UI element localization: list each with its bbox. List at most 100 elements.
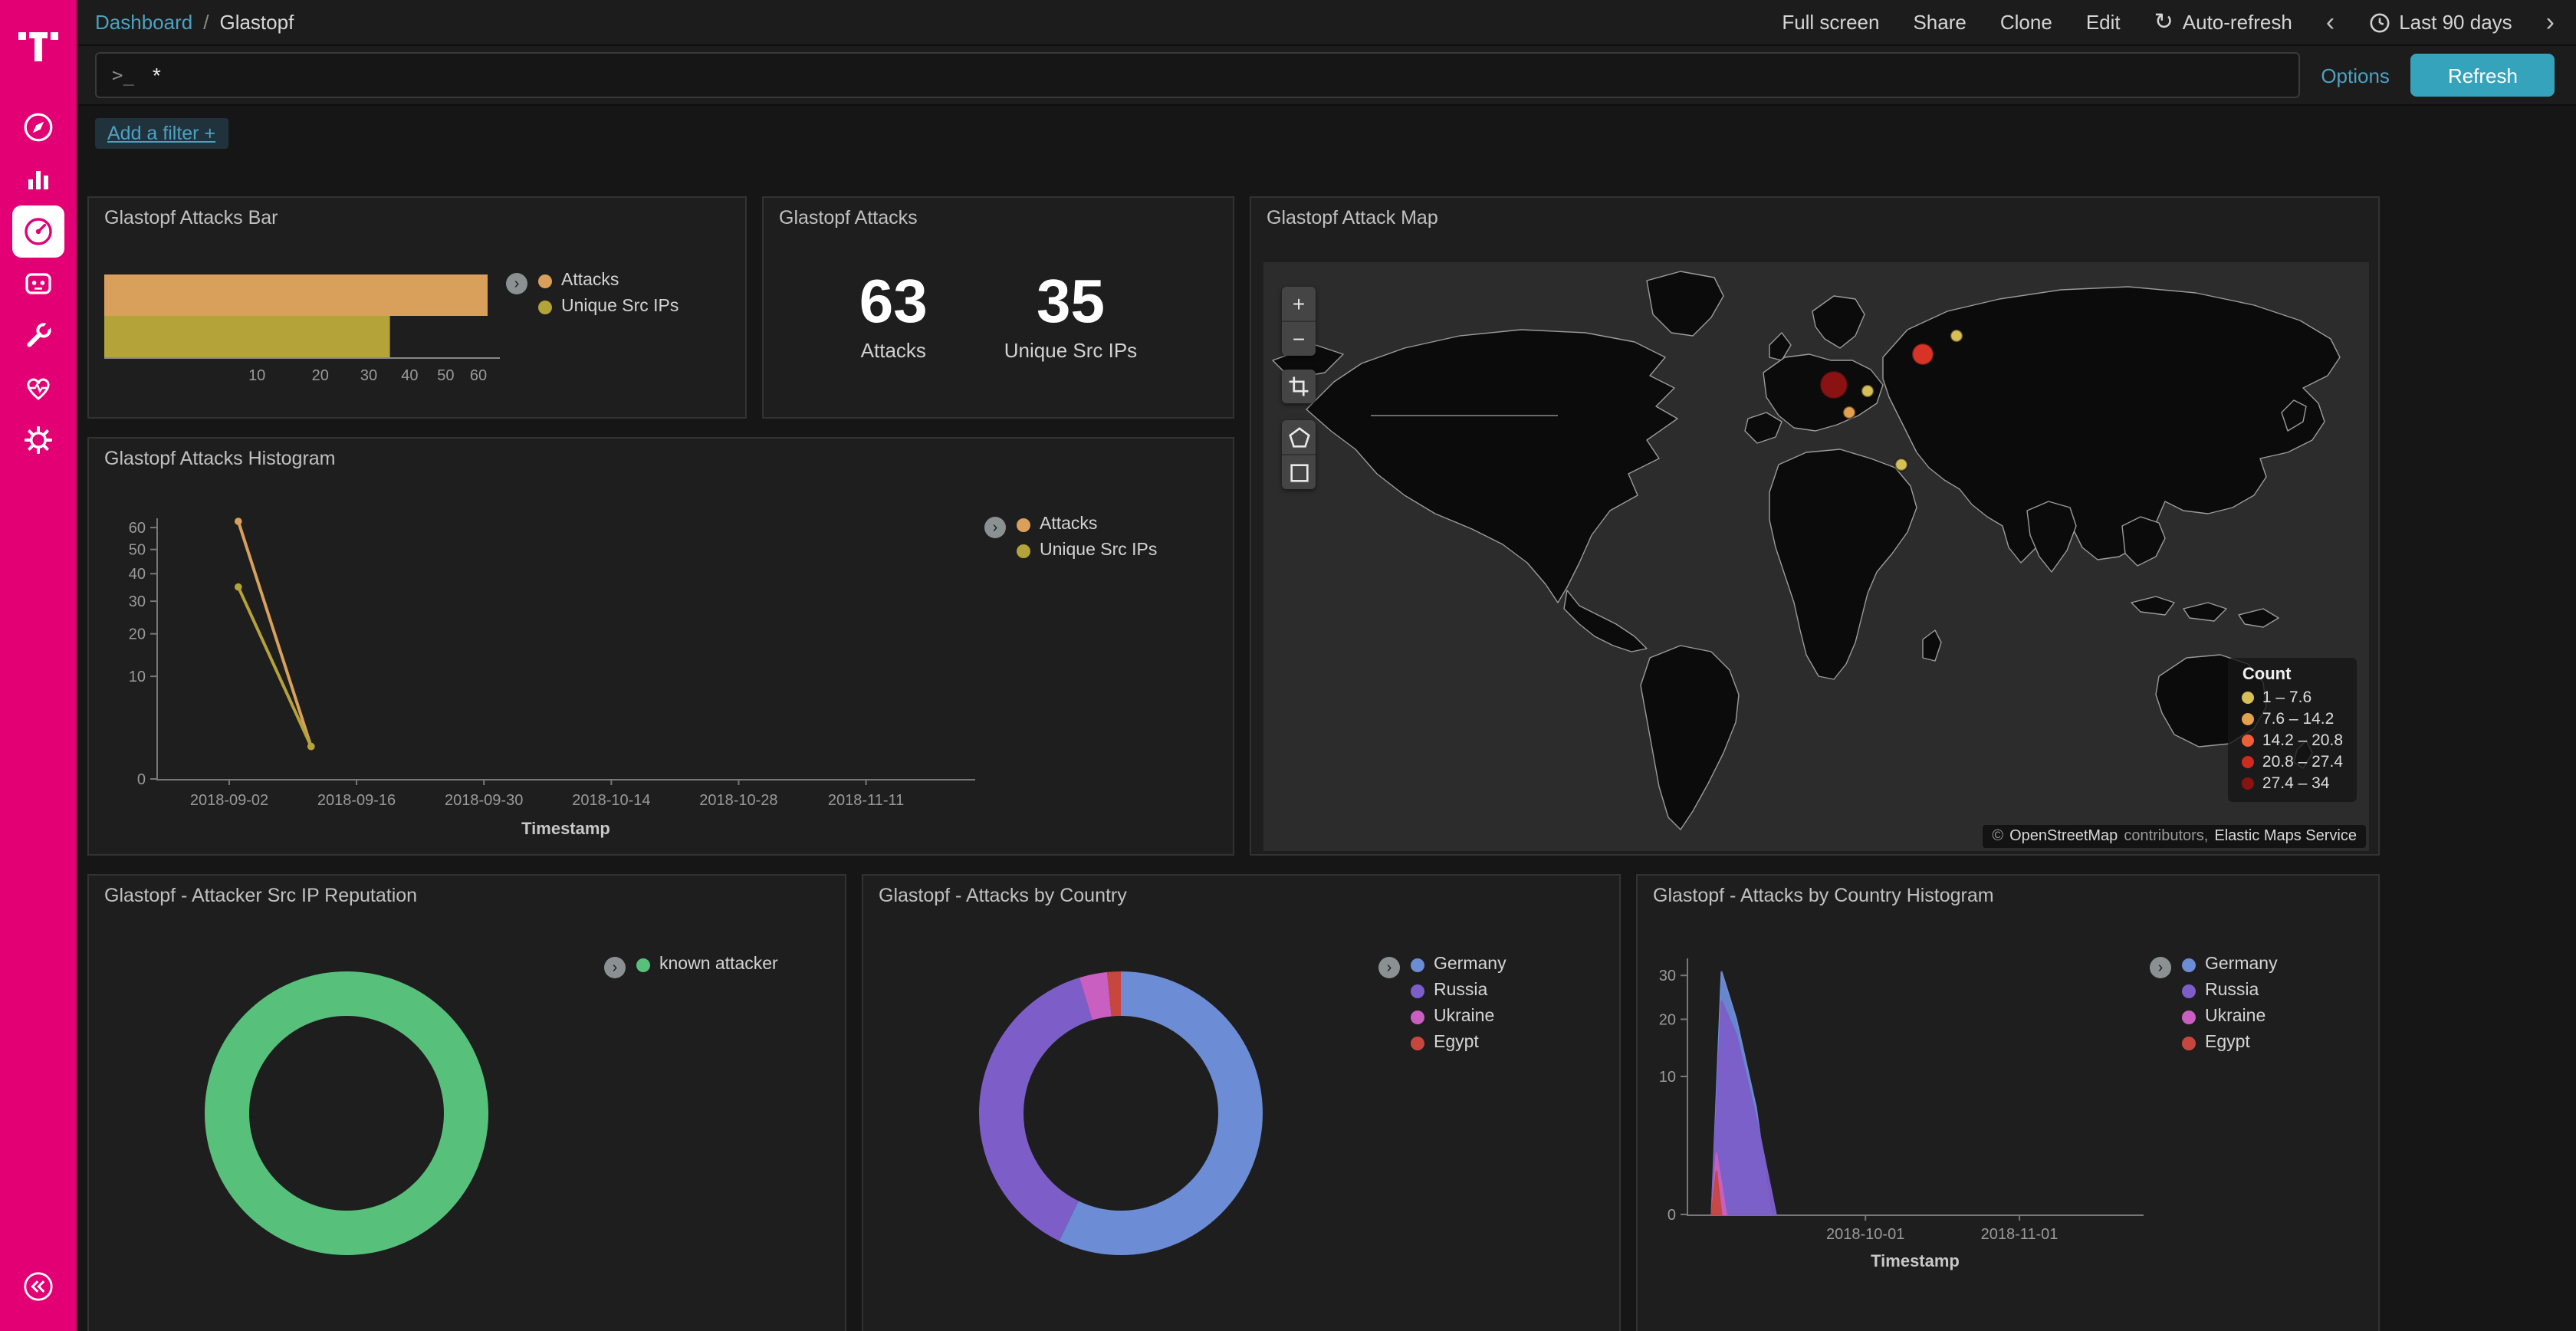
time-range-picker[interactable]: Last 90 days: [2368, 11, 2512, 34]
legend-toggle[interactable]: ›: [604, 957, 626, 978]
legend-item[interactable]: known attacker: [636, 955, 778, 974]
attribution-text: contributors,: [2124, 828, 2208, 845]
legend-toggle[interactable]: ›: [2150, 957, 2171, 978]
edit-button[interactable]: Edit: [2086, 11, 2121, 34]
map-canvas[interactable]: + −: [1263, 262, 2369, 851]
legend-label: Unique Src IPs: [561, 297, 678, 316]
legend-swatch: [636, 958, 650, 971]
map-draw-controls: [1282, 420, 1316, 489]
auto-refresh-button[interactable]: ↻ Auto-refresh: [2154, 11, 2292, 34]
attacks-histogram-chart[interactable]: 01020304050602018-09-022018-09-162018-09…: [101, 509, 987, 850]
sidebar-item-dev-tools[interactable]: [12, 310, 64, 362]
map-crop-button[interactable]: [1282, 370, 1316, 403]
legend-item[interactable]: Germany: [1411, 955, 1506, 974]
legend-item[interactable]: Unique Src IPs: [538, 297, 678, 316]
legend-swatch: [2182, 1010, 2196, 1024]
legend-swatch: [2182, 958, 2196, 971]
add-filter-link[interactable]: Add a filter +: [95, 118, 228, 149]
country-donut-chart[interactable]: [978, 971, 1263, 1256]
svg-text:2018-11-01: 2018-11-01: [1981, 1226, 2058, 1243]
legend-item[interactable]: Egypt: [2182, 1034, 2278, 1052]
legend-swatch: [2242, 735, 2255, 747]
clone-button[interactable]: Clone: [2000, 11, 2052, 34]
panel-title: Glastopf Attacks: [779, 207, 918, 228]
country-legend: › Germany Russia Ukraine Egypt: [1378, 955, 1506, 1052]
map-draw-polygon-button[interactable]: [1282, 420, 1316, 455]
attacks-bar-legend: › Attacks Unique Src IPs: [506, 271, 678, 316]
sidebar-item-dashboard[interactable]: [12, 205, 64, 258]
breadcrumb: Dashboard / Glastopf: [95, 11, 294, 34]
legend-toggle[interactable]: ›: [506, 273, 527, 294]
legend-item[interactable]: Attacks: [538, 271, 678, 290]
panel-attacks-bar: Glastopf Attacks Bar 102030405060 › Atta…: [87, 196, 747, 419]
svg-text:20: 20: [1659, 1011, 1676, 1028]
legend-item: 7.6 – 14.2: [2242, 710, 2343, 728]
legend-swatch: [1411, 958, 1424, 971]
elastic-maps-service-link[interactable]: Elastic Maps Service: [2214, 828, 2357, 845]
query-options-link[interactable]: Options: [2321, 64, 2390, 87]
svg-text:10: 10: [248, 367, 265, 384]
legend-swatch: [2182, 1036, 2196, 1050]
wrench-icon: [21, 319, 55, 353]
country-histogram-chart[interactable]: 01020302018-10-012018-11-01Timestamp: [1650, 943, 2156, 1277]
polygon-icon: [1287, 426, 1310, 449]
legend-item[interactable]: Russia: [2182, 981, 2278, 1000]
openstreetmap-link[interactable]: OpenStreetMap: [2009, 828, 2118, 845]
clock-icon: [2368, 12, 2390, 33]
svg-text:0: 0: [137, 771, 146, 788]
query-prompt-icon: >_: [112, 64, 134, 86]
legend-swatch: [2242, 756, 2255, 768]
time-forward-chevron[interactable]: ›: [2546, 9, 2555, 35]
svg-text:0: 0: [1668, 1207, 1676, 1224]
telekom-logo[interactable]: [17, 0, 60, 86]
map-zoom-in-button[interactable]: +: [1282, 287, 1316, 322]
sidebar-item-discover[interactable]: [12, 101, 64, 153]
metric-attacks: 63 Attacks: [859, 271, 928, 362]
reputation-donut-chart[interactable]: [204, 971, 489, 1256]
metric-unique-src-ips: 35 Unique Src IPs: [1004, 271, 1137, 362]
attacks-bar-chart[interactable]: 102030405060: [101, 262, 509, 394]
svg-text:Timestamp: Timestamp: [1871, 1251, 1960, 1270]
svg-text:2018-09-30: 2018-09-30: [445, 792, 523, 809]
svg-text:50: 50: [437, 367, 454, 384]
share-button[interactable]: Share: [1913, 11, 1966, 34]
legend-toggle[interactable]: ›: [1378, 957, 1400, 978]
full-screen-button[interactable]: Full screen: [1782, 11, 1879, 34]
sidebar-item-visualize[interactable]: [12, 153, 64, 205]
sidebar-collapse-button[interactable]: [12, 1260, 64, 1313]
svg-text:20: 20: [312, 367, 329, 384]
svg-text:10: 10: [1659, 1069, 1676, 1086]
legend-swatch: [1017, 544, 1030, 557]
query-input[interactable]: [150, 61, 2282, 89]
sidebar-item-management[interactable]: [12, 414, 64, 466]
breadcrumb-separator: /: [203, 11, 209, 34]
svg-text:50: 50: [129, 542, 146, 559]
legend-label: Ukraine: [1434, 1007, 1494, 1026]
legend-item[interactable]: Russia: [1411, 981, 1506, 1000]
legend-item[interactable]: Germany: [2182, 955, 2278, 974]
legend-toggle[interactable]: ›: [984, 517, 1006, 538]
map-draw-rectangle-button[interactable]: [1282, 455, 1316, 489]
legend-item[interactable]: Attacks: [1017, 515, 1157, 534]
refresh-button[interactable]: Refresh: [2411, 54, 2555, 97]
legend-label: Germany: [1434, 955, 1506, 974]
legend-item[interactable]: Ukraine: [2182, 1007, 2278, 1026]
sidebar-item-monitoring[interactable]: [12, 362, 64, 414]
map-zoom-out-button[interactable]: −: [1282, 322, 1316, 356]
svg-text:40: 40: [129, 566, 146, 583]
legend-swatch: [538, 300, 552, 314]
legend-item[interactable]: Ukraine: [1411, 1007, 1506, 1026]
topbar-actions: Full screen Share Clone Edit ↻ Auto-refr…: [1782, 9, 2555, 35]
sidebar-item-timelion[interactable]: [12, 258, 64, 310]
collapse-icon: [21, 1270, 55, 1303]
legend-label: 27.4 – 34: [2262, 774, 2330, 793]
time-back-chevron[interactable]: ‹: [2326, 9, 2334, 35]
svg-text:2018-10-01: 2018-10-01: [1826, 1226, 1904, 1243]
legend-item[interactable]: Egypt: [1411, 1034, 1506, 1052]
breadcrumb-dashboard-link[interactable]: Dashboard: [95, 11, 192, 34]
legend-label: Egypt: [2205, 1034, 2250, 1052]
legend-item[interactable]: Unique Src IPs: [1017, 541, 1157, 560]
query-input-wrap: >_: [95, 52, 2299, 98]
attacks-histogram-legend: › Attacks Unique Src IPs: [984, 515, 1157, 560]
kibana-dashboard-app: Dashboard / Glastopf Full screen Share C…: [0, 0, 2576, 1331]
